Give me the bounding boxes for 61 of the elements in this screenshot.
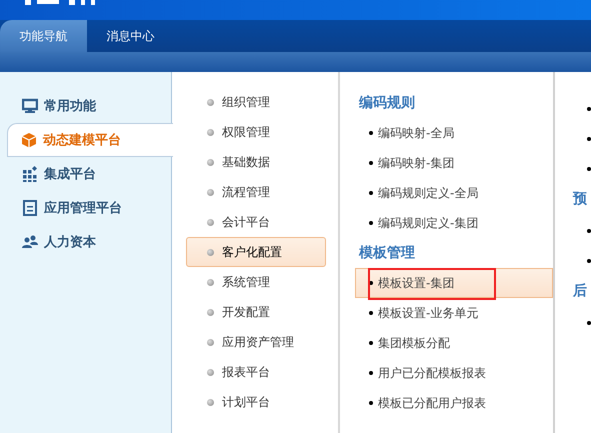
function-link[interactable]: 编码规则定义-集团 (355, 208, 553, 238)
module-item[interactable]: 客户化配置 (186, 237, 326, 267)
module-item[interactable]: 报表平台 (186, 357, 326, 387)
bullet-icon (369, 191, 373, 195)
function-link[interactable]: 模板设置-集团 (355, 268, 553, 298)
bullet-icon (587, 321, 591, 325)
bullet-icon (369, 221, 373, 225)
bullet-icon (207, 398, 214, 406)
bullet-icon (369, 401, 373, 405)
monitor-icon (22, 98, 38, 114)
module-item[interactable]: 计划平台 (186, 387, 326, 417)
function-link[interactable]: 集团模板分配 (355, 328, 553, 358)
module-item[interactable]: 会计平台 (186, 207, 326, 237)
bullet-icon (587, 259, 591, 263)
function-link[interactable]: 模板设置-业务单元 (355, 298, 553, 328)
nav-tab[interactable]: 功能导航 (0, 20, 87, 52)
bullet-icon (587, 167, 591, 171)
sidebar-item[interactable]: 人力资本 (0, 225, 171, 259)
cube-icon (21, 132, 37, 148)
bullet-icon (369, 131, 373, 135)
bullet-icon (369, 161, 373, 165)
bullet-icon (207, 158, 214, 166)
group-heading: 编码规则 (358, 94, 416, 113)
function-link[interactable]: 用户已分配模板报表 (355, 358, 553, 388)
panel-icon (22, 200, 38, 216)
group-heading: 后 (572, 282, 588, 301)
module-item[interactable]: 开发配置 (186, 297, 326, 327)
bullet-icon (207, 338, 214, 346)
module-item[interactable]: 系统管理 (186, 267, 326, 297)
bullet-icon (369, 311, 373, 315)
group-heading: 模板管理 (358, 244, 416, 263)
nav-tab[interactable]: 消息中心 (87, 20, 174, 52)
function-link[interactable]: 编码映射-全局 (355, 118, 553, 148)
bullet-icon (207, 368, 214, 376)
module-item[interactable]: 权限管理 (186, 117, 326, 147)
bullet-icon (207, 278, 214, 286)
module-item[interactable]: 应用资产管理 (186, 327, 326, 357)
bullet-icon (587, 229, 591, 233)
module-item[interactable]: 组织管理 (186, 87, 326, 117)
bullet-icon (207, 188, 214, 196)
bullet-icon (369, 281, 373, 285)
grid-icon (22, 166, 38, 182)
function-link[interactable]: 模板已分配用户报表 (355, 388, 553, 418)
bullet-icon (207, 218, 214, 226)
bullet-icon (587, 107, 591, 111)
bullet-icon (369, 371, 373, 375)
bullet-icon (207, 248, 214, 256)
module-item[interactable]: 基础数据 (186, 147, 326, 177)
function-link[interactable]: 编码规则定义-全局 (355, 178, 553, 208)
bullet-icon (587, 137, 591, 141)
sidebar-item[interactable]: 常用功能 (0, 89, 171, 123)
bullet-icon (207, 128, 214, 136)
sidebar-item[interactable]: 集成平台 (0, 157, 171, 191)
module-item[interactable]: 流程管理 (186, 177, 326, 207)
bullet-icon (207, 308, 214, 316)
function-link[interactable]: 编码映射-集团 (355, 148, 553, 178)
bullet-icon (207, 98, 214, 106)
people-icon (22, 234, 38, 250)
group-heading: 预 (572, 190, 588, 209)
bullet-icon (369, 341, 373, 345)
sidebar-item[interactable]: 应用管理平台 (0, 191, 171, 225)
